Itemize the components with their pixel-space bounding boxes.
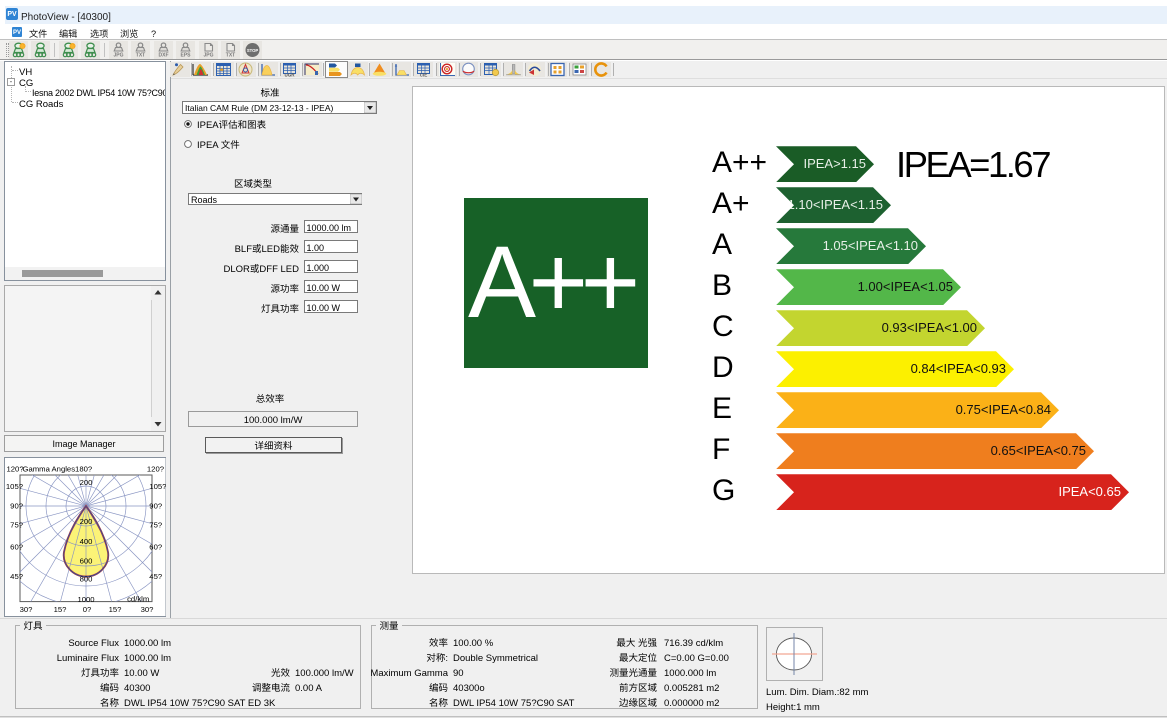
svg-text:75?: 75?: [149, 521, 162, 530]
svg-text:TXT: TXT: [136, 53, 145, 59]
svg-text:400: 400: [80, 537, 93, 546]
svg-text:60?: 60?: [10, 543, 23, 552]
svg-text:STOP: STOP: [247, 48, 259, 53]
svg-text:200: 200: [80, 517, 93, 526]
svg-text:200: 200: [80, 478, 93, 487]
svg-text:JPG: JPG: [113, 53, 123, 59]
svg-text:DXF: DXF: [159, 53, 169, 59]
svg-text:EPS: EPS: [180, 53, 191, 59]
svg-text:15?: 15?: [54, 605, 67, 614]
svg-text:90?: 90?: [10, 502, 23, 511]
svg-text:1000: 1000: [77, 595, 94, 604]
svg-text:120?: 120?: [7, 465, 24, 474]
svg-text:60?: 60?: [149, 543, 162, 552]
svg-text:45?: 45?: [10, 572, 23, 581]
svg-text:90?: 90?: [149, 502, 162, 511]
svg-text:30?: 30?: [20, 605, 33, 614]
svg-text:800: 800: [80, 575, 93, 584]
svg-text:CIE: CIE: [419, 73, 427, 78]
svg-text:105?: 105?: [6, 482, 23, 491]
svg-text:TXT: TXT: [226, 53, 235, 59]
svg-text:120?: 120?: [147, 465, 164, 474]
svg-text:cd/klm: cd/klm: [127, 595, 149, 604]
svg-text:0?: 0?: [83, 605, 92, 614]
svg-text:45?: 45?: [149, 572, 162, 581]
svg-text:75?: 75?: [10, 521, 23, 530]
svg-text:105?: 105?: [149, 482, 166, 491]
svg-text:JPG: JPG: [203, 53, 213, 59]
svg-text:600: 600: [80, 557, 93, 566]
svg-text:15?: 15?: [109, 605, 122, 614]
svg-text:Gamma Angles180?: Gamma Angles180?: [23, 465, 93, 474]
svg-text:UGR: UGR: [285, 73, 296, 78]
svg-text:30?: 30?: [141, 605, 154, 614]
